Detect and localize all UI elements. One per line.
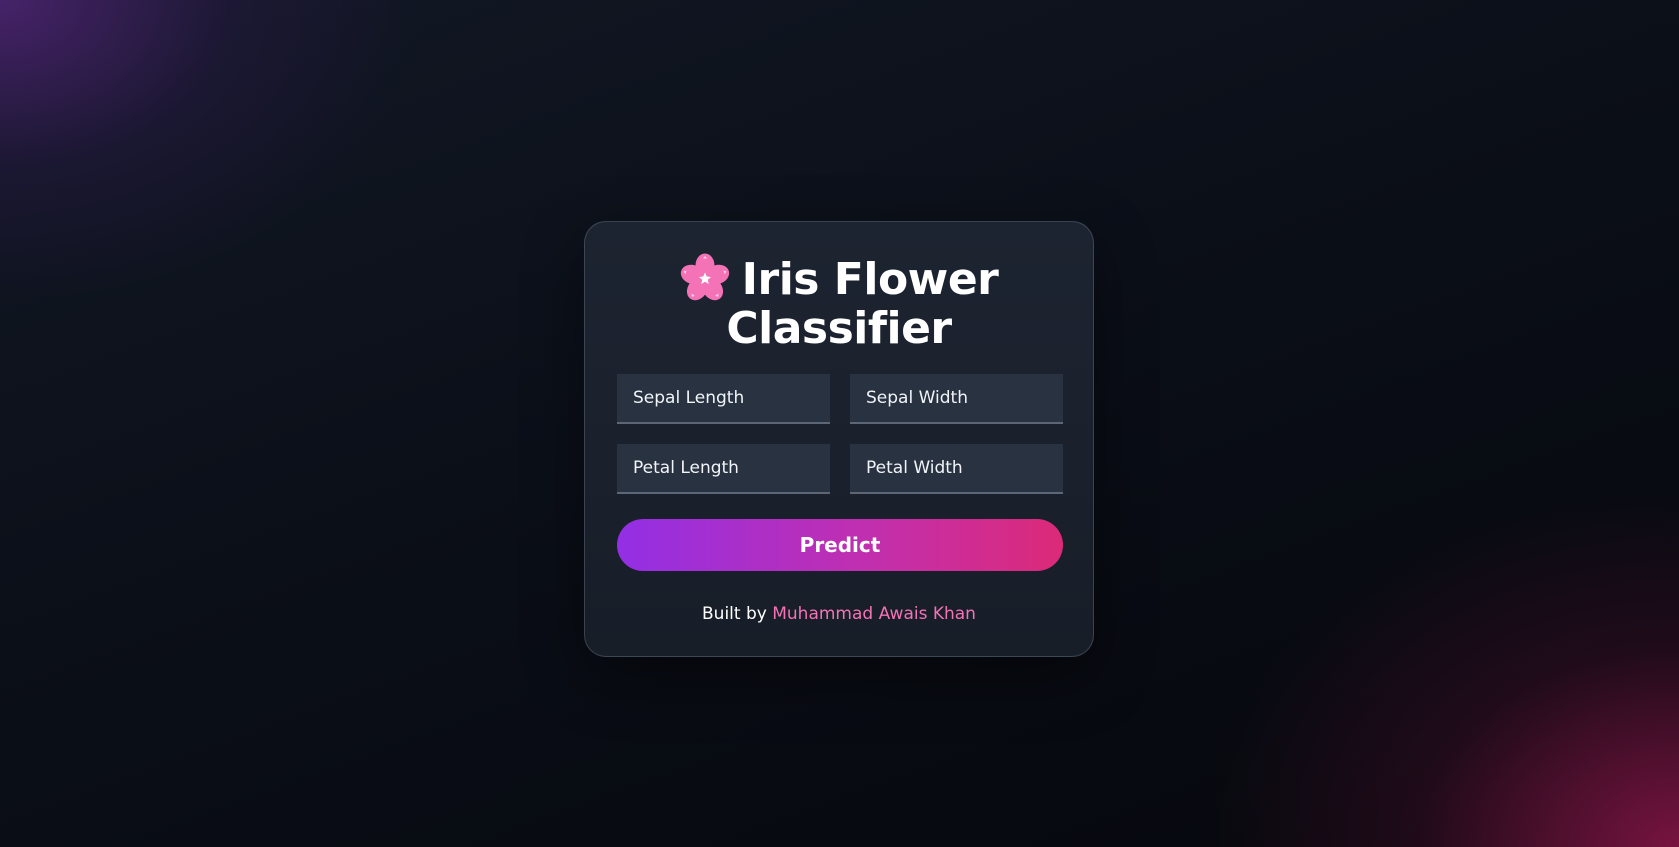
footer-credit: Built by Muhammad Awais Khan bbox=[585, 603, 1093, 625]
sepal-width-input[interactable] bbox=[850, 374, 1063, 424]
sepal-length-input[interactable] bbox=[617, 374, 830, 424]
cherry-blossom-icon bbox=[680, 252, 730, 302]
classifier-card: Iris FlowerClassifier Predict Built by M… bbox=[584, 221, 1094, 657]
author-link[interactable]: Muhammad Awais Khan bbox=[772, 604, 976, 624]
predict-button[interactable]: Predict bbox=[617, 519, 1063, 571]
title-line-1: Iris Flower bbox=[741, 254, 999, 305]
footer-prefix: Built by bbox=[702, 604, 767, 624]
page-title: Iris Flower Classifier bbox=[585, 252, 1093, 353]
title-line-2: Classifier bbox=[726, 303, 952, 354]
petal-width-input[interactable] bbox=[850, 444, 1063, 494]
petal-length-input[interactable] bbox=[617, 444, 830, 494]
